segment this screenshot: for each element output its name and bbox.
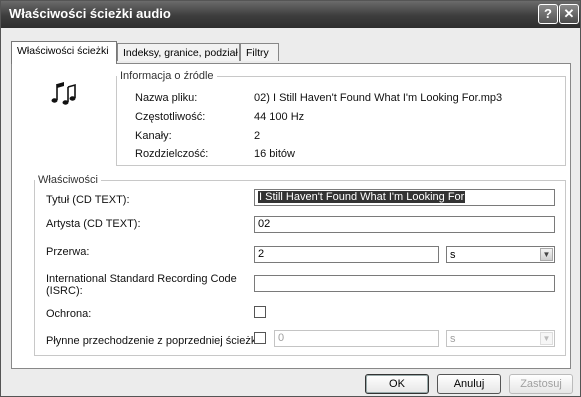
- cancel-button[interactable]: Anuluj: [437, 374, 501, 394]
- chevron-down-icon: ▼: [540, 248, 553, 261]
- source-info-legend: Informacja o źródle: [120, 70, 214, 82]
- title-bar[interactable]: Właściwości ścieżki audio ? ✕: [1, 1, 580, 28]
- crossfade-unit-value: s: [450, 333, 456, 345]
- crossfade-unit-select[interactable]: s ▼: [446, 330, 555, 347]
- close-icon: ✕: [563, 6, 575, 21]
- tab-track-properties[interactable]: Właściwości ścieżki: [11, 41, 117, 64]
- help-button[interactable]: ?: [538, 4, 558, 24]
- artist-label: Artysta (CD TEXT):: [46, 218, 141, 230]
- bit-depth-label: Rozdzielczość:: [135, 148, 209, 160]
- window-title: Właściwości ścieżki audio: [9, 6, 171, 21]
- protection-label: Ochrona:: [46, 308, 92, 320]
- bit-depth-value: 16 bitów: [254, 148, 295, 160]
- channels-value: 2: [254, 130, 261, 142]
- title-input[interactable]: I Still Haven't Found What I'm Looking F…: [254, 189, 555, 206]
- title-input-value: I Still Haven't Found What I'm Looking F…: [258, 191, 466, 203]
- pause-label: Przerwa:: [46, 246, 90, 258]
- pause-unit-value: s: [450, 249, 456, 261]
- tab-filters[interactable]: Filtry: [240, 43, 279, 61]
- channels-label: Kanały:: [135, 130, 172, 142]
- chevron-down-icon: ▼: [540, 332, 553, 345]
- file-name-value: 02) I Still Haven't Found What I'm Looki…: [254, 92, 503, 104]
- crossfade-label: Płynne przechodzenie z poprzedniej ścież…: [46, 335, 262, 347]
- properties-legend: Właściwości: [38, 174, 98, 186]
- tab-indexes[interactable]: Indeksy, granice, podział: [117, 43, 240, 61]
- file-name-label: Nazwa pliku:: [135, 92, 198, 104]
- music-notes-icon: [51, 82, 76, 105]
- crossfade-input[interactable]: 0: [274, 330, 439, 347]
- frequency-label: Częstotliwość:: [135, 111, 206, 123]
- pause-unit-select[interactable]: s ▼: [446, 246, 555, 263]
- protection-checkbox[interactable]: [254, 306, 266, 318]
- crossfade-checkbox[interactable]: [254, 332, 266, 344]
- apply-button[interactable]: Zastosuj: [509, 374, 573, 394]
- artist-input[interactable]: 02: [254, 216, 555, 233]
- close-button[interactable]: ✕: [559, 4, 579, 24]
- isrc-label: International Standard Recording Code (I…: [46, 273, 237, 297]
- frequency-value: 44 100 Hz: [254, 111, 305, 123]
- pause-input[interactable]: 2: [254, 246, 439, 263]
- ok-button[interactable]: OK: [365, 374, 429, 394]
- tab-panel: Informacja o źródle Nazwa pliku: 02) I S…: [11, 63, 571, 369]
- isrc-input[interactable]: [254, 275, 555, 292]
- title-label: Tytuł (CD TEXT):: [46, 194, 130, 206]
- dialog-window: Właściwości ścieżki audio ? ✕ Właściwośc…: [0, 0, 581, 397]
